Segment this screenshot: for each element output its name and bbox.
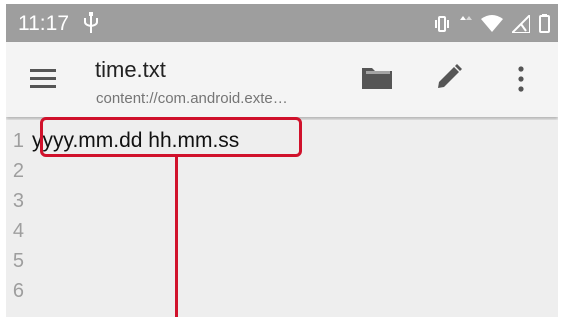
- status-icons: [433, 14, 550, 33]
- line-number: 3: [12, 190, 24, 212]
- editor-line[interactable]: [28, 216, 558, 246]
- status-bar: 11:17: [6, 4, 558, 42]
- annotation-highlight-box: [40, 117, 302, 157]
- line-number: 5: [12, 250, 24, 272]
- editor-line[interactable]: [28, 276, 558, 306]
- line-number: 2: [12, 160, 24, 182]
- more-vert-icon[interactable]: [517, 66, 525, 92]
- vibrate-icon: [435, 15, 449, 32]
- pencil-icon[interactable]: [436, 64, 462, 90]
- editor-line[interactable]: [28, 186, 558, 216]
- file-name-title: time.txt: [95, 57, 166, 82]
- status-time: 11:17: [18, 12, 69, 35]
- file-path-subtitle: content://com.android.exte…: [96, 90, 288, 107]
- usb-icon: [84, 12, 98, 33]
- wifi-icon: [481, 14, 503, 32]
- data-arrows-icon: [460, 15, 472, 20]
- line-number: 6: [12, 280, 24, 302]
- battery-icon: [539, 14, 550, 33]
- editor-line[interactable]: [28, 156, 558, 186]
- annotation-callout-line: [175, 157, 178, 317]
- phone-screen: 11:17 time.txt content://com.android.ext…: [6, 4, 558, 317]
- menu-icon[interactable]: [30, 68, 56, 88]
- editor-line[interactable]: [28, 246, 558, 276]
- line-number: 1: [12, 130, 24, 152]
- folder-icon[interactable]: [361, 64, 393, 90]
- signal-icon: [512, 14, 530, 33]
- app-bar: time.txt content://com.android.exte…: [6, 42, 558, 117]
- line-number: 4: [12, 220, 24, 242]
